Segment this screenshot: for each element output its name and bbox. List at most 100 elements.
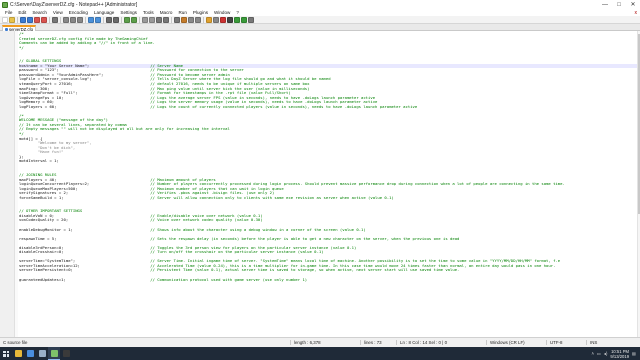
code-comment: // GLOBAL SETTINGS (19, 59, 62, 64)
menu-window[interactable]: Window (211, 10, 233, 15)
menu-run[interactable]: Run (175, 10, 189, 15)
code-comment: // Tells DayZ Server where the log file … (150, 77, 331, 82)
code-comment: */ (19, 132, 24, 137)
redo-icon[interactable] (95, 16, 101, 23)
wrap-icon[interactable] (156, 16, 162, 23)
menu-tools[interactable]: Tools (140, 10, 157, 15)
play-multi-icon[interactable] (241, 16, 247, 23)
menu-edit[interactable]: Edit (15, 10, 29, 15)
start-button[interactable] (0, 347, 12, 360)
code-line[interactable] (19, 282, 637, 287)
code-statement: serverTime="SystemTime"; (19, 259, 151, 264)
code-comment: /* (19, 113, 24, 118)
taskbar-app[interactable] (48, 347, 60, 360)
menu-settings[interactable]: Settings (117, 10, 140, 15)
code-statement: motdInterval = 1; (19, 159, 59, 164)
title-bar: C:\Server\DayZ\serverDZ.cfg - Notepad++ … (0, 0, 640, 9)
stop-icon[interactable] (227, 16, 233, 23)
save-all-icon[interactable] (27, 16, 33, 23)
status-bar: C source file length : 6,378 lines : 73 … (0, 337, 640, 347)
code-statement: disableCrosshair=0; (19, 250, 151, 255)
close-window-button[interactable]: ✕ (626, 0, 640, 9)
print-icon[interactable] (52, 16, 58, 23)
close-all-icon[interactable] (41, 16, 47, 23)
code-comment: // default 27016, needs to be unique if … (150, 82, 310, 87)
code-text[interactable]: /* Created serverDZ.cfg config file made … (19, 32, 637, 336)
toolbar-separator (17, 16, 18, 23)
file-type: C source file (3, 340, 28, 345)
play-icon[interactable] (234, 16, 240, 23)
menu-help[interactable]: ? (233, 10, 242, 15)
replace-icon[interactable] (113, 16, 119, 23)
taskbar-app[interactable] (24, 347, 36, 360)
clock[interactable]: 10:51 PM 9/13/2019 (610, 349, 629, 359)
indent-guide-icon[interactable] (174, 16, 180, 23)
eol-format[interactable]: Windows (CR LF) (486, 340, 546, 345)
encoding[interactable]: UTF-8 (546, 340, 586, 345)
insert-mode: INS (586, 340, 606, 345)
zoom-in-icon[interactable] (124, 16, 130, 23)
chevron-up-icon[interactable]: ˄ (591, 351, 593, 356)
taskbar-app[interactable] (60, 347, 72, 360)
code-comment: /* (19, 32, 24, 36)
menu-search[interactable]: Search (29, 10, 50, 15)
editor-area[interactable]: /* Created serverDZ.cfg config file made … (0, 31, 640, 337)
code-comment: // Password for connection to the server (150, 68, 244, 73)
close-icon[interactable] (34, 16, 40, 23)
menu-language[interactable]: Language (91, 10, 117, 15)
menu-file[interactable]: File (2, 10, 15, 15)
code-comment: // Accelerated Time (value 0-24), this i… (150, 263, 556, 268)
network-icon[interactable]: ▭ (597, 351, 601, 356)
code-comment: Comments can be added by adding a "//" i… (19, 41, 155, 46)
code-statement: password = "123"; (19, 68, 151, 73)
menu-bar: File Edit Search View Encoding Language Settin… (0, 9, 640, 16)
doc-map-icon[interactable] (188, 16, 194, 23)
code-comment: // It can be several lines, separated by… (19, 122, 127, 127)
code-statement: passwordAdmin = "YourAdminPassHere"; (19, 72, 151, 77)
menu-plugins[interactable]: Plugins (190, 10, 211, 15)
volume-icon[interactable]: ◂) (604, 351, 608, 356)
code-comment: WELCOME MESSAGE ("message of the day") (19, 118, 109, 123)
system-tray: ˄ ▭ ◂) 10:51 PM 9/13/2019 ▤ (591, 349, 640, 359)
copy-icon[interactable] (70, 16, 76, 23)
minimize-button[interactable]: — (598, 0, 612, 9)
notifications-icon[interactable]: ▤ (632, 351, 636, 356)
open-file-icon[interactable] (9, 16, 15, 23)
fold-margin[interactable] (15, 31, 18, 337)
close-document-button[interactable]: x (635, 10, 638, 16)
find-icon[interactable] (106, 16, 112, 23)
zoom-out-icon[interactable] (131, 16, 137, 23)
save-icon[interactable] (20, 16, 26, 23)
menu-macro[interactable]: Macro (157, 10, 176, 15)
save-macro-icon[interactable] (248, 16, 254, 23)
sync-v-icon[interactable] (142, 16, 148, 23)
maximize-button[interactable]: □ (612, 0, 626, 9)
all-chars-icon[interactable] (163, 16, 169, 23)
code-statement: logFile = "server_console.log"; (19, 77, 151, 82)
lang-icon[interactable] (181, 16, 187, 23)
doc-length: length : 6,378 (290, 340, 360, 345)
folder-workspace-icon[interactable] (206, 16, 212, 23)
undo-icon[interactable] (88, 16, 94, 23)
code-comment: // Logs the average server FPS (value in… (150, 95, 376, 100)
windows-logo-icon (3, 350, 9, 357)
code-statement: disable3rdPerson=0; (19, 245, 151, 250)
code-statement: disableVoN = 0; (19, 213, 151, 218)
record-icon[interactable] (220, 16, 226, 23)
menu-view[interactable]: View (50, 10, 66, 15)
taskbar-app[interactable] (12, 347, 24, 360)
paste-icon[interactable] (77, 16, 83, 23)
code-comment: // Format for timestamps in the .rpt fil… (150, 91, 291, 96)
sync-h-icon[interactable] (149, 16, 155, 23)
cut-icon[interactable] (63, 16, 69, 23)
code-comment: // Password to become server admin (150, 72, 230, 77)
new-file-icon[interactable] (2, 16, 8, 23)
monitor-icon[interactable] (213, 16, 219, 23)
function-list-icon[interactable] (195, 16, 201, 23)
taskbar-app[interactable] (36, 347, 48, 360)
code-statement: }; (19, 154, 24, 159)
menu-encoding[interactable]: Encoding (66, 10, 91, 15)
code-statement: respawnTime = 5; (19, 236, 151, 241)
code-statement: serverTimePersistent=0; (19, 268, 151, 273)
code-comment: // Logs the server memory usage (value i… (150, 100, 378, 105)
